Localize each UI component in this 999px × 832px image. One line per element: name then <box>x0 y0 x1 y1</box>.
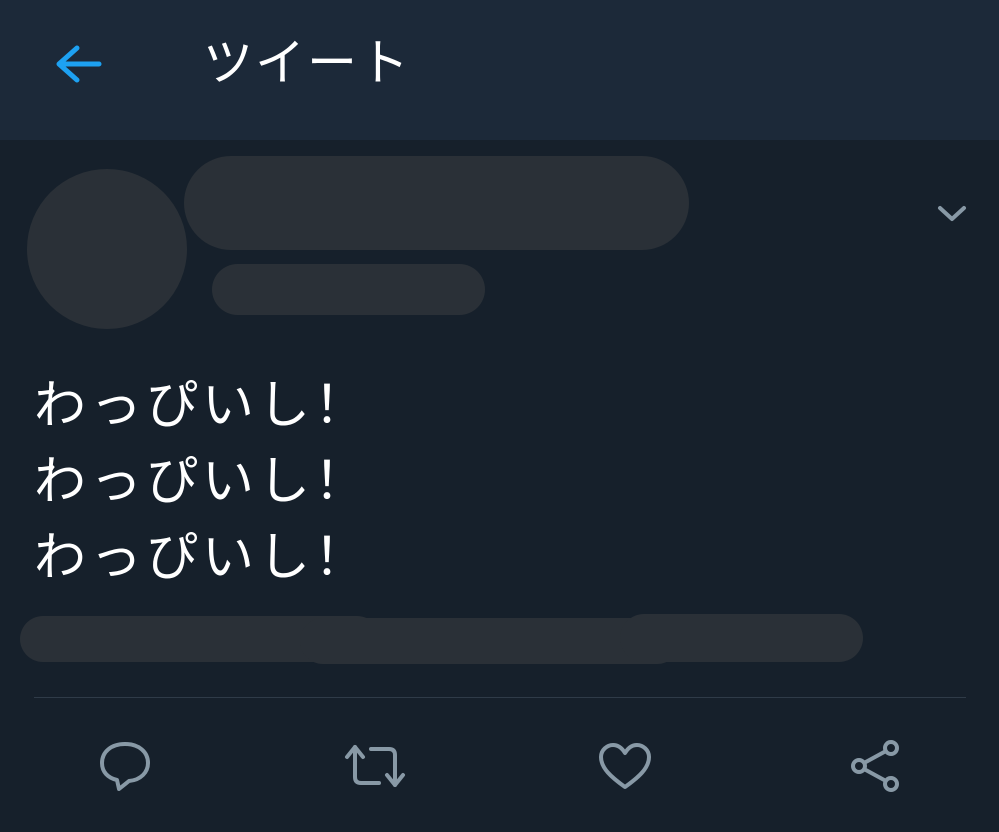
retweet-button[interactable] <box>343 736 407 796</box>
speech-bubble-icon <box>100 742 150 791</box>
page-title: ツイート <box>203 34 411 92</box>
heart-icon <box>599 743 651 789</box>
avatar[interactable] <box>27 169 187 329</box>
reply-button[interactable] <box>93 736 157 796</box>
tweet-detail: わっぴいし！ わっぴいし！ わっぴいし！ <box>0 140 999 832</box>
username-redacted <box>212 264 485 315</box>
tweet-menu-button[interactable] <box>930 198 974 230</box>
retweet-icon <box>345 745 405 787</box>
tweet-text: わっぴいし！ わっぴいし！ わっぴいし！ <box>34 376 371 588</box>
like-button[interactable] <box>593 736 657 796</box>
arrow-left-icon <box>56 45 102 83</box>
back-button[interactable] <box>40 34 116 94</box>
chevron-down-icon <box>938 206 966 221</box>
top-app-bar: ツイート <box>0 0 999 140</box>
share-button[interactable] <box>843 736 907 796</box>
client-redacted <box>620 614 863 662</box>
share-icon <box>851 740 899 792</box>
divider <box>34 697 966 698</box>
display-name-redacted <box>184 156 689 250</box>
